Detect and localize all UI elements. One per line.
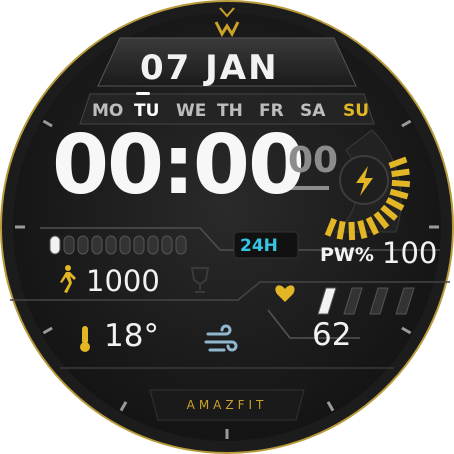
date-label: 07 JAN <box>140 48 279 88</box>
heart-rate-value: 62 <box>312 317 352 353</box>
active-day-indicator <box>136 92 150 95</box>
battery-value: 100 <box>382 236 438 270</box>
weekday-su: SU <box>343 101 370 121</box>
power-gauge-segment <box>391 168 410 178</box>
steps-progress-segment <box>133 235 145 255</box>
time-format-badge: 24H <box>240 236 278 256</box>
steps-progress-segment <box>119 235 131 255</box>
steps-progress-segment <box>49 235 61 255</box>
steps-value: 1000 <box>86 264 160 298</box>
brand-label: AMAZFIT <box>186 398 268 412</box>
time-display: 00:00 <box>52 118 305 213</box>
steps-progress-segment <box>175 235 187 255</box>
power-gauge-segment <box>348 221 356 241</box>
battery-label: PW% <box>320 244 374 266</box>
weekday-sa: SA <box>300 101 326 121</box>
power-gauge-segment <box>357 220 368 239</box>
temperature-value: 18° <box>104 318 159 354</box>
steps-progress-segment <box>147 235 159 255</box>
steps-progress-segment <box>91 235 103 255</box>
power-gauge-segment <box>391 179 411 188</box>
seconds-display: 00 <box>288 140 339 181</box>
steps-progress-segment <box>161 235 173 255</box>
steps-progress-segment <box>63 235 75 255</box>
steps-progress-segment <box>105 235 117 255</box>
steps-progress-segment <box>77 235 89 255</box>
power-gauge-segment <box>336 220 346 240</box>
